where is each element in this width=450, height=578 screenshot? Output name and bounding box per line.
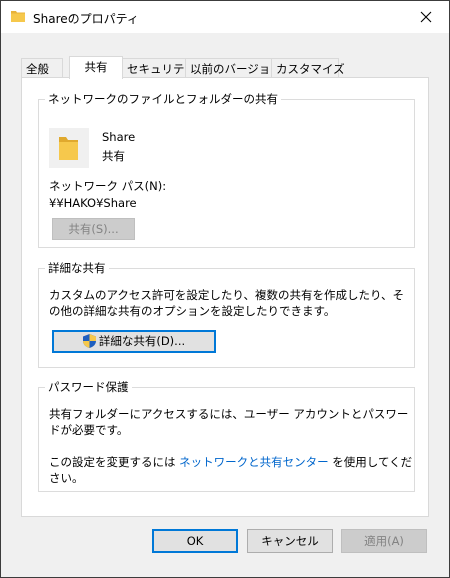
network-sharing-group: ネットワークのファイルとフォルダーの共有 Share 共有 ネットワーク パス(… (38, 91, 415, 248)
network-path-value: ¥¥HAKO¥Share (49, 196, 137, 210)
tab-label: 共有 (84, 60, 108, 74)
properties-dialog: Shareのプロパティ 全般 共有 セキュリティ 以前のバージョン カスタマイズ… (0, 0, 450, 578)
tab-security[interactable]: セキュリティ (122, 58, 195, 78)
advanced-sharing-button-label: 詳細な共有(D)... (98, 334, 186, 348)
advanced-sharing-button[interactable]: 詳細な共有(D)... (52, 330, 216, 353)
network-sharing-center-link[interactable]: ネットワークと共有センター (179, 455, 329, 469)
tab-label: カスタマイズ (276, 62, 345, 76)
tab-general[interactable]: 全般 (21, 58, 63, 78)
folder-icon (11, 10, 25, 22)
uac-shield-icon (82, 334, 96, 355)
tab-sharing[interactable]: 共有 (69, 56, 123, 79)
share-button[interactable]: 共有(S)... (52, 218, 135, 240)
password-protection-description: 共有フォルダーにアクセスするには、ユーザー アカウントとパスワードが必要です。 (49, 407, 409, 437)
tab-label: 以前のバージョン (190, 62, 282, 76)
password-link-line: この設定を変更するには ネットワークと共有センター を使用してください。 (49, 454, 414, 486)
group-title: ネットワークのファイルとフォルダーの共有 (45, 91, 281, 107)
advanced-sharing-description: カスタムのアクセス許可を設定したり、複数の共有を作成したり、その他の詳細な共有の… (49, 288, 405, 318)
password-protection-group: パスワード保護 共有フォルダーにアクセスするには、ユーザー アカウントとパスワー… (38, 379, 415, 492)
window-title: Shareのプロパティ (33, 12, 139, 26)
apply-button[interactable]: 適用(A) (341, 529, 427, 553)
title-bar: Shareのプロパティ (1, 1, 449, 33)
close-button[interactable] (403, 1, 449, 33)
cancel-button[interactable]: キャンセル (247, 529, 333, 553)
share-status: 共有 (102, 149, 125, 163)
advanced-sharing-group: 詳細な共有 カスタムのアクセス許可を設定したり、複数の共有を作成したり、その他の… (38, 260, 415, 368)
tab-previous-versions[interactable]: 以前のバージョン (185, 58, 282, 78)
folder-icon (49, 128, 89, 168)
link-prefix: この設定を変更するには (49, 455, 180, 469)
tab-label: 全般 (26, 62, 49, 76)
share-name: Share (102, 130, 136, 144)
close-icon (420, 11, 432, 23)
group-title: 詳細な共有 (45, 260, 109, 276)
tab-customize[interactable]: カスタマイズ (271, 58, 345, 78)
sharing-panel: ネットワークのファイルとフォルダーの共有 Share 共有 ネットワーク パス(… (21, 77, 429, 517)
network-path-label: ネットワーク パス(N): (49, 179, 167, 193)
group-title: パスワード保護 (45, 379, 132, 395)
ok-button[interactable]: OK (152, 529, 238, 553)
